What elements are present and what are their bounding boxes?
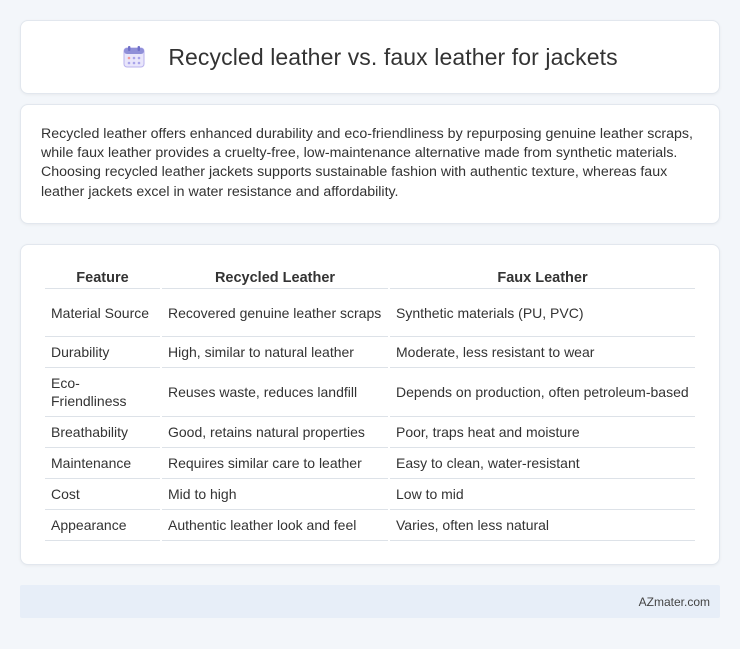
comparison-table-card: Feature Recycled Leather Faux Leather Ma… — [20, 244, 720, 565]
feature-cell: Eco-Friendliness — [45, 368, 160, 417]
comparison-table: Feature Recycled Leather Faux Leather Ma… — [43, 265, 697, 541]
faux-cell: Synthetic materials (PU, PVC) — [390, 289, 695, 337]
feature-cell: Appearance — [45, 510, 160, 541]
header-recycled-leather: Recycled Leather — [162, 265, 388, 289]
feature-cell: Material Source — [45, 289, 160, 337]
footer: AZmater.com — [20, 585, 720, 618]
faux-cell: Low to mid — [390, 479, 695, 510]
recycled-cell: Good, retains natural properties — [162, 417, 388, 448]
title-card: Recycled leather vs. faux leather for ja… — [20, 20, 720, 94]
calendar-icon — [123, 46, 145, 68]
table-row: Eco-Friendliness Reuses waste, reduces l… — [45, 368, 695, 417]
recycled-cell: Mid to high — [162, 479, 388, 510]
feature-cell: Cost — [45, 479, 160, 510]
recycled-cell: Authentic leather look and feel — [162, 510, 388, 541]
table-row: Durability High, similar to natural leat… — [45, 337, 695, 368]
recycled-cell: High, similar to natural leather — [162, 337, 388, 368]
faux-cell: Depends on production, often petroleum-b… — [390, 368, 695, 417]
table-row: Maintenance Requires similar care to lea… — [45, 448, 695, 479]
table-row: Material Source Recovered genuine leathe… — [45, 289, 695, 337]
faux-cell: Easy to clean, water-resistant — [390, 448, 695, 479]
table-row: Cost Mid to high Low to mid — [45, 479, 695, 510]
page-title: Recycled leather vs. faux leather for ja… — [168, 43, 618, 70]
summary-text: Recycled leather offers enhanced durabil… — [41, 126, 693, 200]
feature-cell: Maintenance — [45, 448, 160, 479]
feature-cell: Breathability — [45, 417, 160, 448]
faux-cell: Poor, traps heat and moisture — [390, 417, 695, 448]
header-feature: Feature — [45, 265, 160, 289]
recycled-cell: Reuses waste, reduces landfill — [162, 368, 388, 417]
table-row: Appearance Authentic leather look and fe… — [45, 510, 695, 541]
table-row: Breathability Good, retains natural prop… — [45, 417, 695, 448]
feature-cell: Durability — [45, 337, 160, 368]
header-faux-leather: Faux Leather — [390, 265, 695, 289]
footer-site-link[interactable]: AZmater.com — [639, 595, 710, 609]
recycled-cell: Recovered genuine leather scraps — [162, 289, 388, 337]
faux-cell: Varies, often less natural — [390, 510, 695, 541]
summary-card: Recycled leather offers enhanced durabil… — [20, 104, 720, 224]
table-header-row: Feature Recycled Leather Faux Leather — [45, 265, 695, 289]
faux-cell: Moderate, less resistant to wear — [390, 337, 695, 368]
recycled-cell: Requires similar care to leather — [162, 448, 388, 479]
